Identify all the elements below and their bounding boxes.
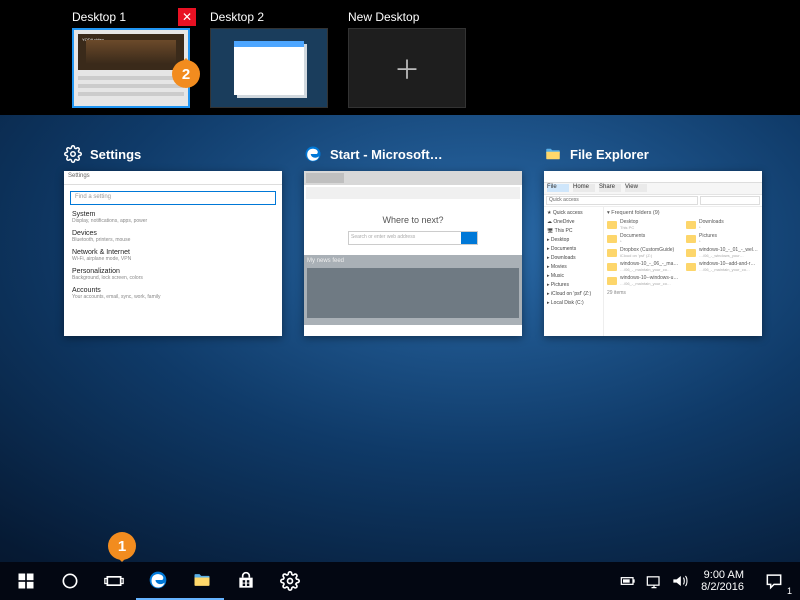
task-title: File Explorer (570, 147, 649, 162)
desktop-label: Desktop 1 (72, 10, 126, 24)
task-title: Start - Microsoft… (330, 147, 443, 162)
folder-icon (544, 145, 562, 163)
task-tile-settings[interactable]: Settings Settings Find a setting SystemD… (64, 145, 282, 336)
edge-icon (304, 145, 322, 163)
action-center-badge: 1 (787, 586, 792, 596)
list-item: Network & InternetWi-Fi, airplane mode, … (72, 249, 274, 262)
list-item: SystemDisplay, notifications, apps, powe… (72, 211, 274, 224)
desktop-label: Desktop 2 (210, 10, 264, 24)
taskbar-app-store[interactable] (224, 562, 268, 600)
task-tile-explorer[interactable]: File Explorer File Home Share View Quick… (544, 145, 762, 336)
taskbar-app-edge[interactable] (136, 562, 180, 600)
virtual-desktop-strip: Desktop 1 ✕ YODA video 2 Desktop 2 New D… (0, 0, 800, 115)
edge-start-heading: Where to next? (304, 201, 522, 231)
taskbar-app-explorer[interactable] (180, 562, 224, 600)
annotation-callout-2: 2 (172, 60, 200, 88)
windows-icon (16, 571, 36, 591)
action-center-icon (764, 571, 784, 591)
new-desktop-button[interactable]: ＋ (348, 28, 466, 108)
task-view-icon (104, 571, 124, 591)
volume-icon (670, 571, 690, 591)
folder-icon (192, 570, 212, 590)
list-item: PersonalizationBackground, lock screen, … (72, 268, 274, 281)
edge-icon (148, 570, 168, 590)
gear-icon (64, 145, 82, 163)
taskbar: 9:00 AM 8/2/2016 1 (0, 562, 800, 600)
settings-search: Find a setting (70, 191, 276, 205)
desktop-tile-2[interactable]: Desktop 2 (210, 8, 330, 107)
desktop-tile-1[interactable]: Desktop 1 ✕ YODA video 2 (72, 8, 192, 107)
plus-icon: ＋ (394, 50, 420, 87)
task-view-windows: Settings Settings Find a setting SystemD… (0, 115, 800, 336)
task-thumbnail[interactable]: Settings Find a setting SystemDisplay, n… (64, 171, 282, 336)
gear-icon (280, 571, 300, 591)
start-button[interactable] (4, 562, 48, 600)
cortana-button[interactable] (48, 562, 92, 600)
window-titlebar: Settings (64, 171, 282, 185)
action-center-button[interactable]: 1 (752, 562, 796, 600)
desktop-thumbnail[interactable] (210, 28, 328, 108)
tray-battery[interactable] (615, 562, 641, 600)
clock-date: 8/2/2016 (701, 581, 744, 593)
new-desktop-tile[interactable]: New Desktop ＋ (348, 8, 468, 107)
battery-icon (618, 571, 638, 591)
cortana icon (60, 571, 80, 591)
desktop-label: New Desktop (348, 10, 419, 24)
taskbar-app-settings[interactable] (268, 562, 312, 600)
list-item: DevicesBluetooth, printers, mouse (72, 230, 274, 243)
store-icon (236, 571, 256, 591)
edge-search: Search or enter web address (348, 231, 478, 245)
close-desktop-button[interactable]: ✕ (178, 8, 196, 26)
tray-volume[interactable] (667, 562, 693, 600)
network-icon (644, 571, 664, 591)
tray-network[interactable] (641, 562, 667, 600)
task-thumbnail[interactable]: File Home Share View Quick access ★ Quic… (544, 171, 762, 336)
close-icon: ✕ (182, 10, 192, 24)
task-thumbnail[interactable]: Where to next? Search or enter web addre… (304, 171, 522, 336)
task-view-button[interactable] (92, 562, 136, 600)
annotation-callout-1: 1 (108, 532, 136, 560)
taskbar-clock[interactable]: 9:00 AM 8/2/2016 (693, 569, 752, 593)
clock-time: 9:00 AM (701, 569, 744, 581)
task-tile-edge[interactable]: Start - Microsoft… Where to next? Search… (304, 145, 522, 336)
task-title: Settings (90, 147, 141, 162)
list-item: AccountsYour accounts, email, sync, work… (72, 287, 274, 300)
